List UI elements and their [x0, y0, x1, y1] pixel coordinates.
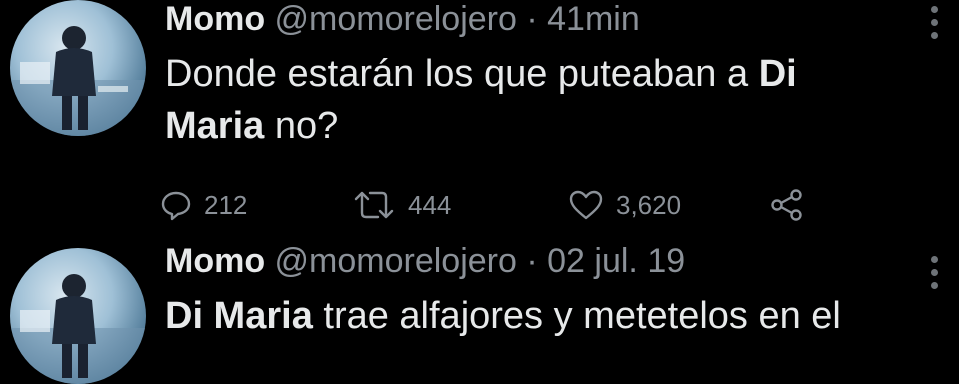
text-bold: Di — [758, 53, 797, 95]
tweet[interactable]: Momo @momorelojero · 41min Donde estarán… — [0, 0, 959, 240]
retweet-button[interactable]: 444 — [352, 188, 451, 222]
tweet[interactable]: Momo @momorelojero · 02 jul. 19 Di Maria… — [0, 240, 959, 384]
share-button[interactable] — [770, 188, 804, 222]
tweet-header: Momo @momorelojero · 41min — [165, 2, 640, 36]
retweet-count: 444 — [408, 189, 452, 220]
separator-dot: · — [516, 0, 548, 38]
text-bold: Di Maria — [165, 295, 313, 337]
text-bold: Maria — [165, 105, 265, 147]
user-name[interactable]: Momo — [165, 242, 265, 280]
text-part: Donde estarán los que puteaban a — [165, 53, 759, 95]
more-icon — [931, 256, 941, 289]
share-icon — [771, 189, 802, 221]
more-icon — [931, 6, 941, 39]
timestamp[interactable]: 41min — [547, 0, 640, 38]
retweet-icon — [354, 191, 394, 219]
tweet-text: Donde estarán los que puteaban a Di Maria… — [165, 48, 865, 152]
user-handle[interactable]: @momorelojero — [275, 0, 517, 38]
reply-button[interactable]: 212 — [160, 188, 247, 222]
user-name[interactable]: Momo — [165, 0, 265, 38]
heart-icon — [569, 190, 603, 220]
reply-icon — [161, 191, 191, 221]
separator-dot: · — [516, 242, 548, 280]
avatar-image — [10, 274, 146, 384]
avatar-image — [10, 26, 146, 136]
text-part: trae alfajores y metetelos en el — [312, 295, 841, 337]
tweet-text: Di Maria trae alfajores y metetelos en e… — [165, 290, 945, 342]
reply-count: 212 — [204, 189, 248, 220]
tweet-header: Momo @momorelojero · 02 jul. 19 — [165, 244, 685, 278]
avatar[interactable] — [10, 0, 146, 136]
user-handle[interactable]: @momorelojero — [275, 242, 517, 280]
text-part: no? — [264, 105, 339, 147]
like-count: 3,620 — [616, 189, 682, 220]
timestamp[interactable]: 02 jul. 19 — [547, 242, 685, 280]
more-button[interactable] — [931, 256, 941, 295]
avatar[interactable] — [10, 248, 146, 384]
like-button[interactable]: 3,620 — [568, 188, 681, 222]
more-button[interactable] — [931, 6, 941, 45]
tweet-actions: 212 444 3,620 — [160, 188, 840, 222]
